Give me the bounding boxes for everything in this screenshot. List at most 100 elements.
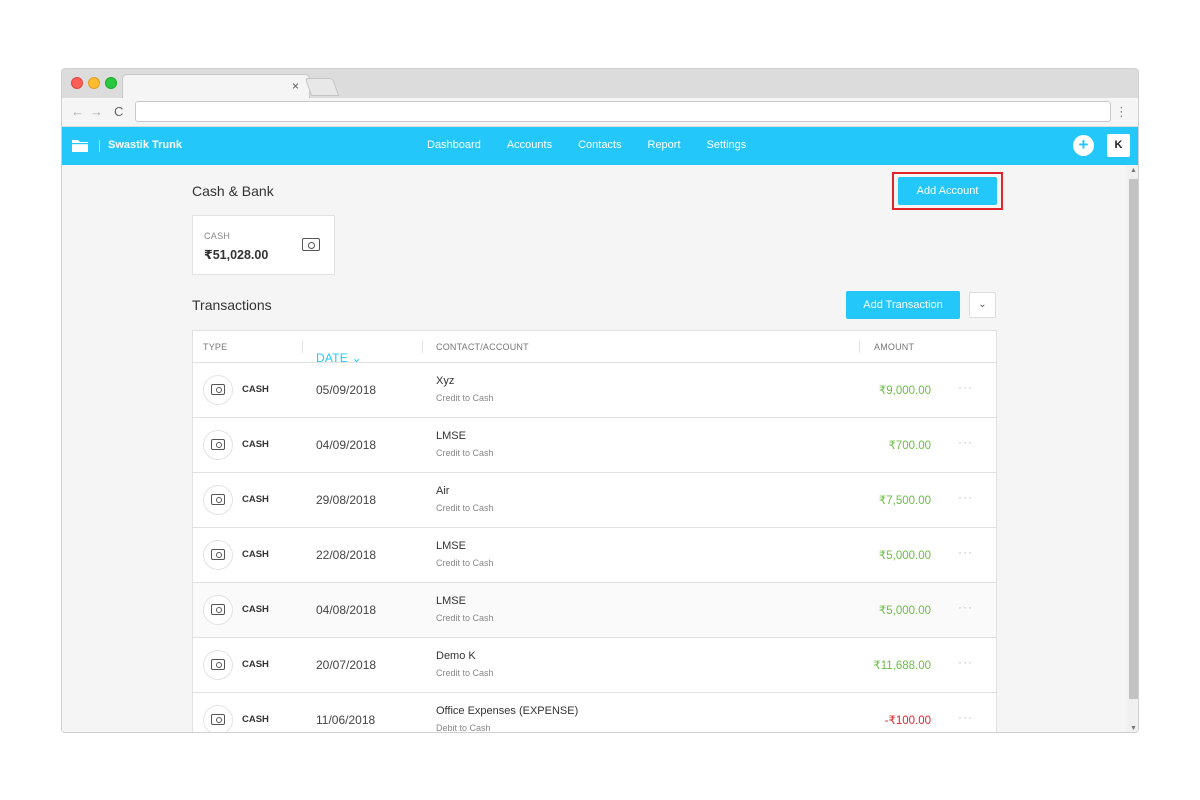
more-options-icon[interactable]: ···	[958, 380, 973, 394]
browser-menu-icon[interactable]: ⋮	[1115, 104, 1128, 120]
nav-contacts[interactable]: Contacts	[578, 139, 621, 151]
title-bar: ×	[62, 69, 1138, 98]
address-row: ← → C ⋮	[62, 98, 1138, 127]
add-account-button[interactable]: Add Account	[898, 177, 997, 205]
more-options-icon[interactable]: ···	[958, 600, 973, 614]
app-header: Swastik Trunk Dashboard Accounts Contact…	[62, 127, 1138, 165]
column-divider	[859, 340, 860, 353]
column-contact: CONTACT/ACCOUNT	[436, 342, 529, 352]
money-icon	[211, 604, 225, 615]
row-date: 04/09/2018	[316, 438, 377, 452]
table-row[interactable]: CASH 22/08/2018 LMSE Credit to Cash ₹5,0…	[193, 528, 996, 583]
nav-accounts[interactable]: Accounts	[507, 139, 552, 151]
tab-close-icon[interactable]: ×	[292, 79, 299, 93]
column-divider	[422, 340, 423, 353]
row-account: Credit to Cash	[436, 503, 494, 513]
row-date: 04/08/2018	[316, 603, 377, 617]
row-type: CASH	[242, 714, 269, 725]
browser-window: × ← → C ⋮ Swastik Trunk Dashboard Accoun…	[61, 68, 1139, 733]
table-row[interactable]: CASH 20/07/2018 Demo K Credit to Cash ₹1…	[193, 638, 996, 693]
scroll-up-icon[interactable]: ▲	[1130, 167, 1137, 174]
row-account: Credit to Cash	[436, 448, 494, 458]
row-amount: -₹100.00	[884, 715, 931, 727]
browser-tab[interactable]: ×	[122, 74, 310, 98]
transactions-table: TYPE DATE ⌄ CONTACT/ACCOUNT AMOUNT CASH …	[192, 330, 997, 733]
brand-divider	[99, 140, 100, 152]
table-row[interactable]: CASH 04/08/2018 LMSE Credit to Cash ₹5,0…	[193, 583, 996, 638]
row-type: CASH	[242, 494, 269, 505]
table-row[interactable]: CASH 05/09/2018 Xyz Credit to Cash ₹9,00…	[193, 363, 996, 418]
scroll-down-icon[interactable]: ▼	[1130, 725, 1137, 732]
more-options-icon[interactable]: ···	[958, 545, 973, 559]
cash-card-amount: ₹51,028.00	[204, 248, 269, 262]
page-scrollbar[interactable]: ▲ ▼	[1126, 165, 1138, 732]
more-options-icon[interactable]: ···	[958, 655, 973, 669]
cash-account-card[interactable]: CASH ₹51,028.00	[192, 215, 335, 275]
cash-type-icon	[203, 375, 233, 405]
user-avatar[interactable]: K	[1107, 134, 1130, 157]
cash-type-icon	[203, 430, 233, 460]
row-date: 22/08/2018	[316, 548, 377, 562]
address-bar[interactable]	[135, 101, 1111, 122]
row-contact: LMSE	[436, 430, 466, 442]
new-tab-button[interactable]	[304, 78, 340, 96]
cash-type-icon	[203, 705, 233, 732]
row-amount: ₹5,000.00	[878, 605, 931, 617]
column-divider	[302, 340, 303, 353]
row-date: 11/06/2018	[316, 713, 376, 727]
row-type: CASH	[242, 659, 269, 670]
row-contact: Office Expenses (EXPENSE)	[436, 705, 579, 717]
row-amount: ₹11,688.00	[873, 660, 931, 672]
transactions-title: Transactions	[192, 297, 272, 313]
forward-arrow-icon[interactable]: →	[90, 104, 103, 119]
cash-type-icon	[203, 485, 233, 515]
money-icon	[211, 549, 225, 560]
money-icon	[211, 384, 225, 395]
brand-name[interactable]: Swastik Trunk	[108, 139, 182, 151]
table-row[interactable]: CASH 29/08/2018 Air Credit to Cash ₹7,50…	[193, 473, 996, 528]
row-contact: Air	[436, 485, 450, 497]
row-amount: ₹7,500.00	[878, 495, 931, 507]
row-date: 20/07/2018	[316, 658, 377, 672]
money-icon	[211, 439, 225, 450]
close-window-button[interactable]	[71, 77, 83, 89]
row-amount: ₹5,000.00	[878, 550, 931, 562]
nav-report[interactable]: Report	[648, 139, 681, 151]
row-account: Credit to Cash	[436, 393, 494, 403]
row-contact: LMSE	[436, 595, 466, 607]
add-transaction-button[interactable]: Add Transaction	[846, 291, 960, 319]
minimize-window-button[interactable]	[88, 77, 100, 89]
folder-icon	[72, 140, 88, 152]
more-options-icon[interactable]: ···	[958, 710, 973, 724]
row-account: Debit to Cash	[436, 723, 491, 733]
table-row[interactable]: CASH 11/06/2018 Office Expenses (EXPENSE…	[193, 693, 996, 733]
scrollbar-thumb[interactable]	[1129, 179, 1138, 699]
back-arrow-icon[interactable]: ←	[71, 104, 84, 119]
nav-dashboard[interactable]: Dashboard	[427, 139, 481, 151]
money-icon	[302, 238, 320, 251]
chevron-down-icon[interactable]: ⌄	[969, 292, 996, 318]
cash-type-icon	[203, 650, 233, 680]
main-nav: Dashboard Accounts Contacts Report Setti…	[427, 139, 746, 151]
row-contact: Demo K	[436, 650, 476, 662]
table-header: TYPE DATE ⌄ CONTACT/ACCOUNT AMOUNT	[193, 331, 996, 365]
money-icon	[211, 714, 225, 725]
row-type: CASH	[242, 604, 269, 615]
cash-bank-title: Cash & Bank	[192, 183, 274, 199]
column-amount: AMOUNT	[874, 342, 915, 352]
row-contact: Xyz	[436, 375, 455, 387]
add-new-button[interactable]: +	[1073, 135, 1094, 156]
row-type: CASH	[242, 384, 269, 395]
row-account: Credit to Cash	[436, 558, 494, 568]
row-type: CASH	[242, 439, 269, 450]
reload-icon[interactable]: C	[114, 104, 123, 119]
row-date: 29/08/2018	[316, 493, 377, 507]
nav-settings[interactable]: Settings	[707, 139, 747, 151]
cash-type-icon	[203, 540, 233, 570]
more-options-icon[interactable]: ···	[958, 435, 973, 449]
row-amount: ₹700.00	[888, 440, 932, 452]
more-options-icon[interactable]: ···	[958, 490, 973, 504]
maximize-window-button[interactable]	[105, 77, 117, 89]
table-row[interactable]: CASH 04/09/2018 LMSE Credit to Cash ₹700…	[193, 418, 996, 473]
cash-type-icon	[203, 595, 233, 625]
